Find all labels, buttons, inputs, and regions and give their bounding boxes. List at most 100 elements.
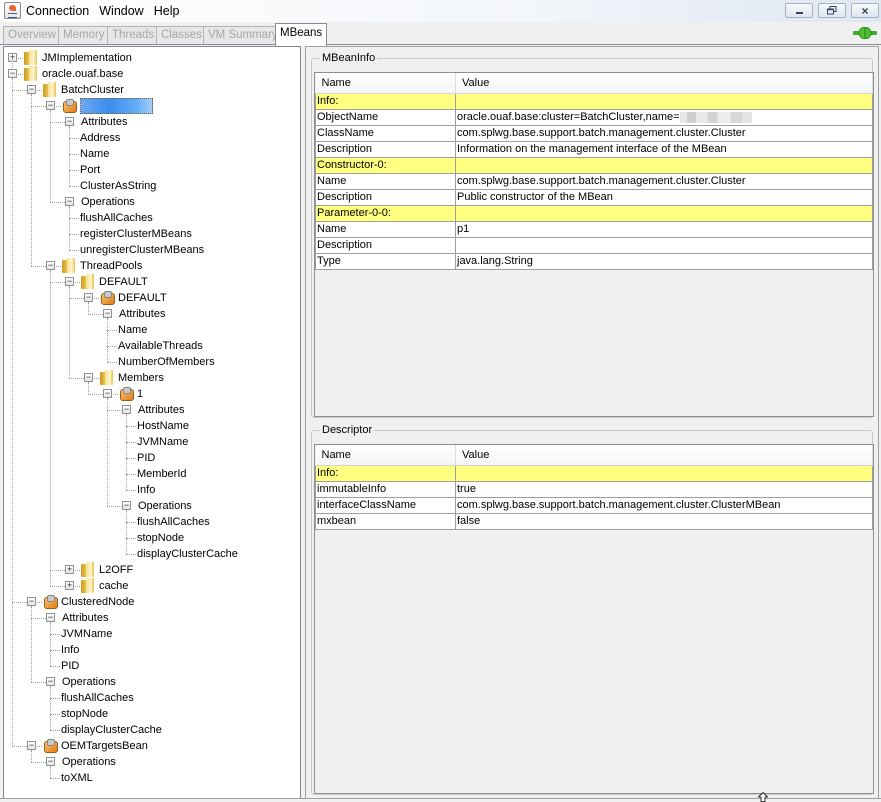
- tab-mbeans[interactable]: MBeans: [275, 23, 328, 46]
- table-section-row[interactable]: Constructor-0:: [315, 156, 873, 174]
- tree-leaf-item[interactable]: PID: [4, 658, 300, 674]
- collapse-toggle-icon[interactable]: −: [46, 613, 55, 622]
- tree-leaf-item[interactable]: Info: [4, 482, 300, 498]
- tab-overview[interactable]: Overview: [3, 26, 61, 44]
- tree-leaf-item[interactable]: stopNode: [4, 530, 300, 546]
- cell-value[interactable]: [455, 156, 873, 174]
- mbean-tree[interactable]: + JMImplementation − oracle.ouaf.base − Batch…: [4, 47, 300, 798]
- cell-value[interactable]: com.splwg.base.support.batch.management.…: [455, 172, 873, 190]
- tree-leaf-item[interactable]: displayClusterCache: [4, 546, 300, 562]
- tree-leaf-item[interactable]: flushAllCaches: [4, 690, 300, 706]
- tree-leaf-item[interactable]: registerClusterMBeans: [4, 226, 300, 242]
- mbeaninfo-table[interactable]: Name Value Info: ObjectName oracle.ouaf.ba…: [314, 72, 874, 417]
- tree-node[interactable]: − Operations: [4, 754, 300, 770]
- tree-leaf-item[interactable]: Address: [4, 130, 300, 146]
- cell-value[interactable]: Information on the management interface …: [455, 140, 873, 158]
- table-row[interactable]: interfaceClassName com.splwg.base.support…: [315, 496, 873, 514]
- menu-help[interactable]: Help: [154, 4, 180, 18]
- collapse-toggle-icon[interactable]: −: [84, 373, 93, 382]
- cell-value[interactable]: [455, 204, 873, 222]
- collapse-toggle-icon[interactable]: −: [65, 277, 74, 286]
- cell-name[interactable]: ClassName: [315, 124, 456, 142]
- tree-node[interactable]: − Attributes: [4, 114, 300, 130]
- cell-name[interactable]: Description: [315, 188, 456, 206]
- tab-vm-summary[interactable]: VM Summary: [203, 26, 283, 44]
- table-row[interactable]: Description: [315, 236, 873, 254]
- collapse-toggle-icon[interactable]: −: [103, 309, 112, 318]
- close-button[interactable]: ×: [851, 3, 879, 18]
- collapse-toggle-icon[interactable]: −: [27, 597, 36, 606]
- tree-node[interactable]: − Attributes: [4, 610, 300, 626]
- tree-node[interactable]: − Operations: [4, 194, 300, 210]
- cell-name[interactable]: Info:: [315, 464, 456, 482]
- cell-name[interactable]: Parameter-0-0:: [315, 204, 456, 222]
- tree-node[interactable]: − Attributes: [4, 402, 300, 418]
- cell-name[interactable]: Description: [315, 236, 456, 254]
- table-row[interactable]: mxbean false: [315, 512, 873, 530]
- menu-connection[interactable]: Connection: [26, 4, 89, 18]
- tree-leaf-item[interactable]: AvailableThreads: [4, 338, 300, 354]
- cell-name[interactable]: Constructor-0:: [315, 156, 456, 174]
- collapse-toggle-icon[interactable]: −: [46, 757, 55, 766]
- tree-leaf-item[interactable]: MemberId: [4, 466, 300, 482]
- cell-name[interactable]: Description: [315, 140, 456, 158]
- tree-node[interactable]: + L2OFF: [4, 562, 300, 578]
- tree-node[interactable]: − OEMTargetsBean: [4, 738, 300, 754]
- tree-leaf-item[interactable]: stopNode: [4, 706, 300, 722]
- collapse-toggle-icon[interactable]: −: [46, 101, 55, 110]
- collapse-toggle-icon[interactable]: −: [122, 405, 131, 414]
- expand-toggle-icon[interactable]: +: [65, 581, 74, 590]
- tree-leaf-item[interactable]: Name: [4, 322, 300, 338]
- table-section-row[interactable]: Parameter-0-0:: [315, 204, 873, 222]
- table-row[interactable]: Description Public constructor of the MBe…: [315, 188, 873, 206]
- collapse-toggle-icon[interactable]: −: [27, 85, 36, 94]
- table-row[interactable]: Name com.splwg.base.support.batch.managem…: [315, 172, 873, 190]
- tab-threads[interactable]: Threads: [107, 26, 160, 44]
- cell-value[interactable]: false: [455, 512, 873, 530]
- cell-name[interactable]: immutableInfo: [315, 480, 456, 498]
- tree-node[interactable]: − DEFAULT: [4, 274, 300, 290]
- table-row[interactable]: Name p1: [315, 220, 873, 238]
- column-header-name[interactable]: Name: [315, 73, 456, 94]
- tree-node[interactable]: − Operations: [4, 674, 300, 690]
- tree-leaf-item[interactable]: Info: [4, 642, 300, 658]
- expand-toggle-icon[interactable]: +: [65, 565, 74, 574]
- table-row[interactable]: immutableInfo true: [315, 480, 873, 498]
- cell-value[interactable]: com.splwg.base.support.batch.management.…: [455, 124, 873, 142]
- collapse-toggle-icon[interactable]: −: [84, 293, 93, 302]
- cell-name[interactable]: Info:: [315, 92, 456, 110]
- tree-node[interactable]: −1: [4, 386, 300, 402]
- cell-name[interactable]: Name: [315, 220, 456, 238]
- tree-node[interactable]: − ThreadPools: [4, 258, 300, 274]
- tree-node[interactable]: − Attributes: [4, 306, 300, 322]
- tree-leaf-item[interactable]: PID: [4, 450, 300, 466]
- collapse-toggle-icon[interactable]: −: [65, 117, 74, 126]
- cell-value[interactable]: [455, 92, 873, 110]
- tree-node[interactable]: + JMImplementation: [4, 50, 300, 66]
- tab-memory[interactable]: Memory: [58, 26, 110, 44]
- collapse-toggle-icon[interactable]: −: [46, 677, 55, 686]
- cell-value[interactable]: Public constructor of the MBean: [455, 188, 873, 206]
- cell-name[interactable]: ObjectName: [315, 108, 456, 126]
- collapse-toggle-icon[interactable]: −: [27, 741, 36, 750]
- cell-value[interactable]: p1: [455, 220, 873, 238]
- restore-button[interactable]: [818, 3, 846, 18]
- tree-leaf-item[interactable]: HostName: [4, 418, 300, 434]
- tree-node[interactable]: − oracle.ouaf.base: [4, 66, 300, 82]
- tree-leaf-item[interactable]: ClusterAsString: [4, 178, 300, 194]
- cell-name[interactable]: mxbean: [315, 512, 456, 530]
- tree-node[interactable]: − Operations: [4, 498, 300, 514]
- table-section-row[interactable]: Info:: [315, 92, 873, 110]
- column-header-value[interactable]: Value: [455, 73, 873, 94]
- tree-leaf-item[interactable]: toXML: [4, 770, 300, 786]
- table-row[interactable]: Description Information on the management…: [315, 140, 873, 158]
- connection-status-icon[interactable]: [853, 27, 877, 39]
- tree-node[interactable]: − Members: [4, 370, 300, 386]
- table-row[interactable]: Type java.lang.String: [315, 252, 873, 270]
- tree-leaf-item[interactable]: JVMName: [4, 626, 300, 642]
- tree-node[interactable]: − DEFAULT: [4, 290, 300, 306]
- collapse-toggle-icon[interactable]: −: [8, 69, 17, 78]
- tree-leaf-item[interactable]: NumberOfMembers: [4, 354, 300, 370]
- mbean-tree-panel[interactable]: + JMImplementation − oracle.ouaf.base − Batch…: [3, 46, 301, 799]
- cell-name[interactable]: Type: [315, 252, 456, 270]
